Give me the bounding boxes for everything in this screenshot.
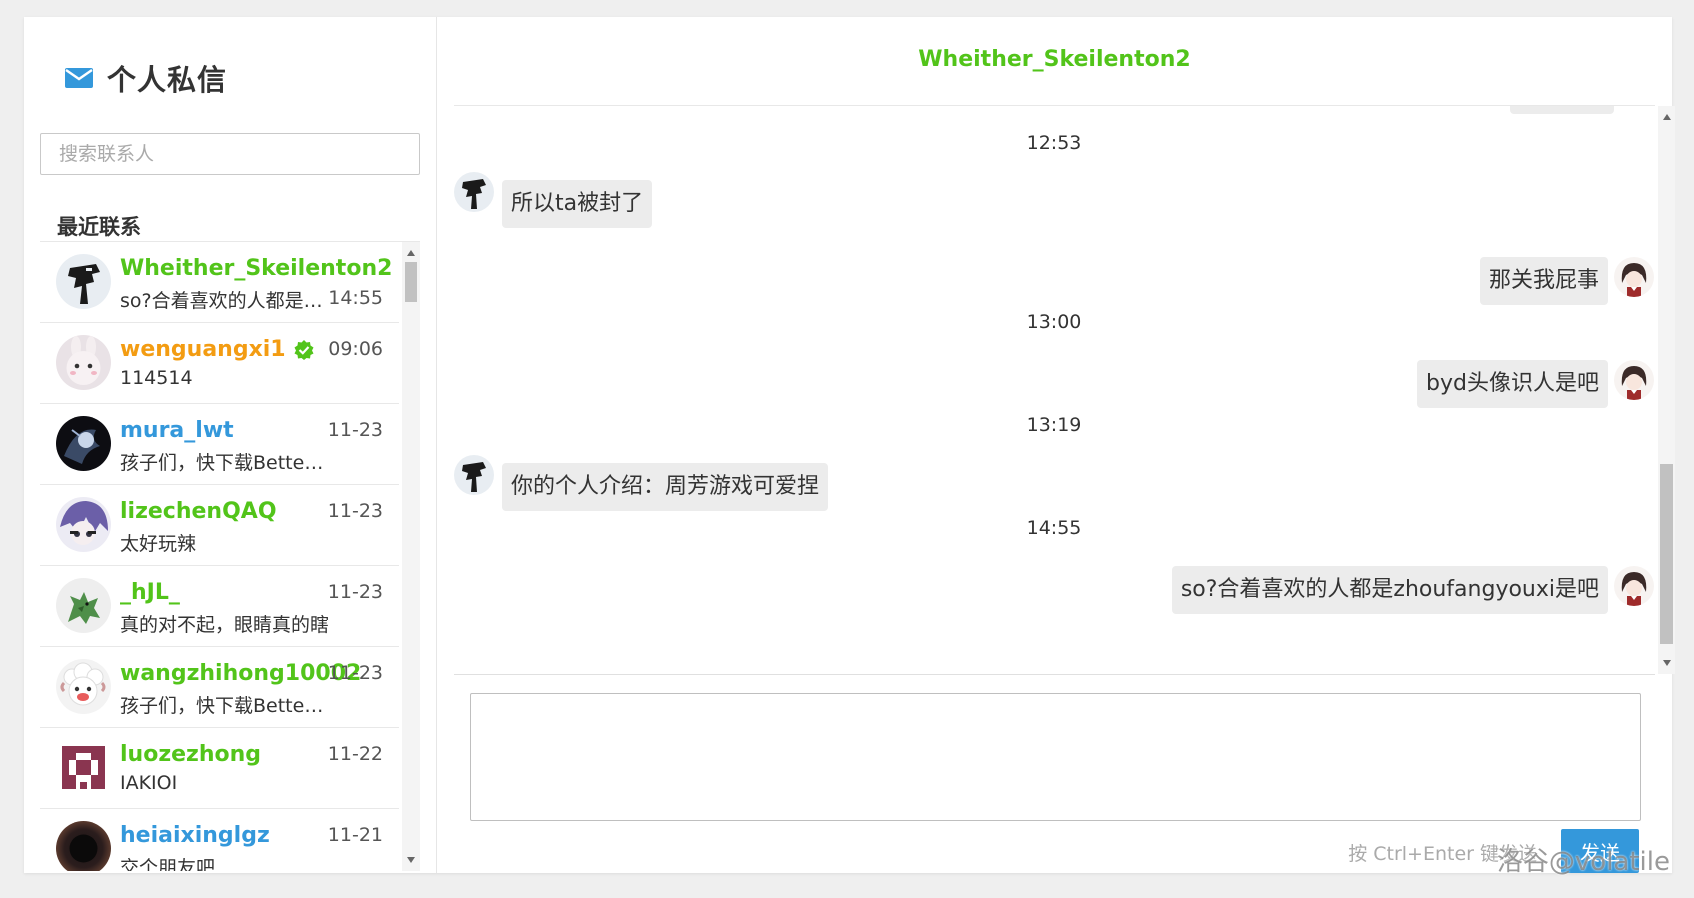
contact-time: 11-23 (327, 419, 383, 441)
knight-avatar-icon (454, 455, 494, 495)
scroll-up-arrow-icon[interactable] (407, 250, 415, 256)
contact-name: mura_lwt (120, 418, 234, 443)
contact-time: 11-21 (327, 824, 383, 846)
contact-time: 14:55 (328, 287, 383, 309)
message-timestamp: 14:55 (1026, 517, 1082, 539)
message-scrollbar[interactable] (1658, 106, 1675, 674)
dark-orb-avatar-icon (56, 821, 111, 871)
scroll-up-arrow-icon[interactable] (1663, 114, 1671, 120)
contact-time: 11-23 (327, 500, 383, 522)
contact-preview: 孩子们，快下载Better Luogu吧 (120, 695, 330, 717)
scroll-down-arrow-icon[interactable] (1663, 660, 1671, 666)
message-timestamp: 13:00 (1026, 311, 1082, 333)
dragon-avatar-icon (56, 578, 111, 633)
recent-contacts-label: 最近联系 (57, 215, 141, 239)
dark-character-avatar-icon (56, 416, 111, 471)
scroll-thumb[interactable] (405, 262, 417, 302)
message-bubble-right: so?合着喜欢的人都是zhoufangyouxi是吧 (1171, 566, 1608, 614)
contact-item[interactable]: Wheither_Skeilenton2 14:55 so?合着喜欢的人都是zh… (40, 242, 399, 323)
contact-item[interactable]: heiaixinglgz 11-21 交个朋友吧 (40, 809, 399, 871)
contact-item[interactable]: luozezhong 11-22 IAKIOI (40, 728, 399, 809)
message-bubble-partial (1510, 106, 1614, 114)
contact-item[interactable]: wenguangxi1 09:06 114514 (40, 323, 399, 404)
contact-item[interactable]: wangzhihong10002 11-23 孩子们，快下载Better Luo… (40, 647, 399, 728)
sheep-avatar-icon (56, 659, 111, 714)
contact-name: wenguangxi1 (120, 337, 315, 362)
scroll-thumb[interactable] (1660, 464, 1673, 644)
contact-name: wangzhihong10002 (120, 661, 362, 686)
contact-preview: IAKIOI (120, 772, 178, 794)
composer-divider (454, 674, 1655, 675)
contact-preview: 真的对不起，眼睛真的瞎 (120, 614, 330, 636)
self-avatar-icon (1614, 566, 1654, 606)
message-timestamp: 13:19 (1026, 414, 1082, 436)
contact-item[interactable]: _hJL_ 11-23 真的对不起，眼睛真的瞎 (40, 566, 399, 647)
contact-preview: so?合着喜欢的人都是zhoufangyouxi是吧 (120, 290, 330, 312)
sidebar-header: 个人私信 (65, 57, 227, 99)
sidebar-title: 个人私信 (107, 63, 228, 97)
contact-preview: 114514 (120, 367, 193, 389)
contact-time: 09:06 (328, 338, 383, 360)
knight-avatar-icon (56, 254, 111, 309)
app-window: 个人私信 最近联系 Wheither_Skeilenton2 14:55 so?… (24, 17, 1675, 873)
contact-time: 11-22 (327, 743, 383, 765)
contact-time: 11-23 (327, 662, 383, 684)
self-avatar-icon (1614, 360, 1654, 400)
contact-item[interactable]: lizechenQAQ 11-23 太好玩辣 (40, 485, 399, 566)
contacts-sidebar: 个人私信 最近联系 Wheither_Skeilenton2 14:55 so?… (24, 17, 437, 873)
contact-name: luozezhong (120, 742, 262, 767)
contact-list-scrollbar[interactable] (402, 242, 420, 871)
verified-badge-icon (293, 339, 315, 361)
chat-panel: Wheither_Skeilenton2 12:53 所以ta被封了 那关我屁事… (437, 17, 1675, 873)
knight-avatar-icon (454, 172, 494, 212)
contact-item[interactable]: mura_lwt 11-23 孩子们，快下载Better Luogu吧 (40, 404, 399, 485)
contact-preview: 太好玩辣 (120, 533, 197, 555)
chat-partner-name[interactable]: Wheither_Skeilenton2 (437, 47, 1672, 72)
contact-name: lizechenQAQ (120, 499, 277, 524)
watermark: 洛谷@volatile (1496, 847, 1670, 877)
self-avatar-icon (1614, 257, 1654, 297)
contact-preview: 交个朋友吧 (120, 857, 216, 871)
message-input[interactable] (470, 693, 1641, 821)
message-history: 12:53 所以ta被封了 那关我屁事 13:00 byd头像识人是吧 13:1… (454, 106, 1675, 674)
anime-girl-avatar-icon (56, 497, 111, 552)
bunny-avatar-icon (56, 335, 111, 390)
message-bubble-right: byd头像识人是吧 (1417, 360, 1608, 408)
scroll-down-arrow-icon[interactable] (407, 857, 415, 863)
message-timestamp: 12:53 (1026, 132, 1082, 154)
contact-name: heiaixinglgz (120, 823, 270, 848)
envelope-icon (65, 68, 93, 88)
message-bubble-right: 那关我屁事 (1479, 257, 1608, 305)
contact-list: Wheither_Skeilenton2 14:55 so?合着喜欢的人都是zh… (40, 241, 420, 871)
message-bubble-left: 你的个人介绍：周芳游戏可爱捏 (502, 463, 829, 511)
contact-name: Wheither_Skeilenton2 (120, 256, 393, 281)
contact-preview: 孩子们，快下载Better Luogu吧 (120, 452, 330, 474)
search-contacts-input[interactable] (40, 133, 420, 175)
message-bubble-left: 所以ta被封了 (502, 180, 653, 228)
contact-name: _hJL_ (120, 580, 180, 605)
identicon-avatar-icon (56, 740, 111, 795)
contact-time: 11-23 (327, 581, 383, 603)
